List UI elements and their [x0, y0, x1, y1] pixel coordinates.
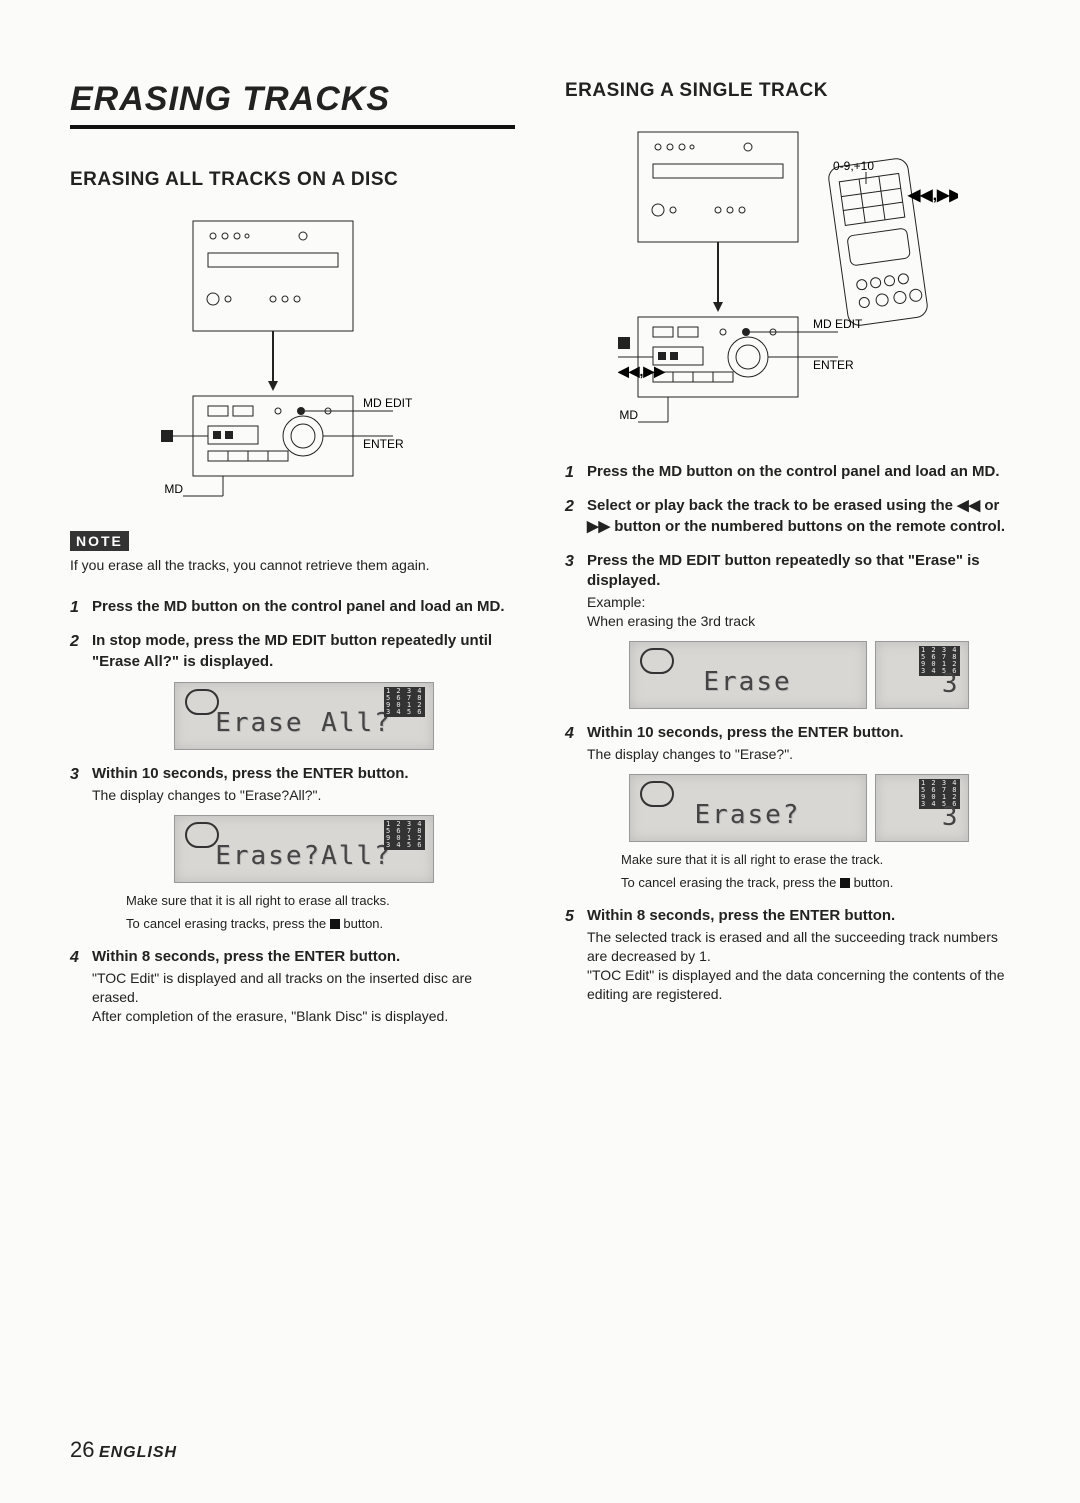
step-number: 2 [565, 496, 574, 518]
step-head: Press the MD EDIT button repeatedly so t… [587, 552, 980, 589]
step-head: Within 8 seconds, press the ENTER button… [587, 907, 895, 924]
title-underline [70, 125, 515, 129]
page-footer: 26 ENGLISH [70, 1437, 177, 1463]
step-head: Within 10 seconds, press the ENTER butto… [587, 724, 904, 741]
step-head: In stop mode, press the MD EDIT button r… [92, 632, 492, 669]
lcd-display-icon: Erase? [629, 774, 867, 842]
lcd-grid: 1 2 3 4 5 6 7 8 9 0 1 2 3 4 5 6 [384, 820, 425, 850]
step-number: 3 [70, 764, 79, 786]
note-text: If you erase all the tracks, you cannot … [70, 557, 515, 573]
disc-icon [185, 689, 219, 715]
left-step-4: 4 Within 8 seconds, press the ENTER butt… [70, 947, 515, 1026]
left-steps: 1 Press the MD button on the control pan… [70, 597, 515, 1026]
foot-text: button. [854, 875, 894, 890]
step-footnote: To cancel erasing tracks, press the butt… [126, 916, 515, 933]
rew-icon: ◀◀ [957, 497, 980, 514]
step-number: 5 [565, 906, 574, 928]
stop-icon [618, 337, 630, 349]
lcd-split: Erase? 1 2 3 4 5 6 7 8 9 0 1 2 3 4 5 6 3 [629, 774, 969, 842]
lcd-number: 3 [942, 667, 958, 702]
right-steps: 1 Press the MD button on the control pan… [565, 462, 1010, 1004]
step-body: The display changes to "Erase?". [587, 745, 1010, 764]
note-badge: NOTE [70, 531, 129, 551]
step-head-part: button or the numbered buttons on the re… [610, 518, 1005, 535]
disc-icon [640, 781, 674, 807]
foot-text: To cancel erasing tracks, press the [126, 916, 330, 931]
right-step-1: 1 Press the MD button on the control pan… [565, 462, 1010, 482]
label-numkeys: 0-9,+10 [833, 159, 874, 173]
label-enter: ENTER [363, 437, 404, 451]
left-step-2: 2 In stop mode, press the MD EDIT button… [70, 631, 515, 750]
left-diagram: MD EDIT ENTER MD [153, 211, 433, 511]
left-subtitle: ERASING ALL TRACKS ON A DISC [70, 169, 515, 191]
step-head: Press the MD button on the control panel… [92, 598, 505, 615]
lcd-display-icon: 1 2 3 4 5 6 7 8 9 0 1 2 3 4 5 6 Erase Al… [174, 682, 434, 750]
step-number: 2 [70, 631, 79, 653]
right-step-5: 5 Within 8 seconds, press the ENTER butt… [565, 906, 1010, 1004]
right-step-2: 2 Select or play back the track to be er… [565, 496, 1010, 537]
step-body: The display changes to "Erase?All?". [92, 786, 515, 805]
page-language: ENGLISH [99, 1444, 177, 1461]
step-footnote: To cancel erasing the track, press the b… [621, 875, 1010, 892]
lcd-number: 3 [942, 800, 958, 835]
right-column: ERASING A SINGLE TRACK [565, 80, 1010, 1040]
label-md: MD [164, 482, 183, 496]
right-diagram: 0-9,+10 ◀◀,▶▶ [618, 122, 958, 442]
ff-icon: ▶▶ [587, 518, 610, 535]
label-enter: ENTER [813, 358, 854, 372]
left-column: ERASING TRACKS ERASING ALL TRACKS ON A D… [70, 80, 515, 1040]
lcd-display-icon: 1 2 3 4 5 6 7 8 9 0 1 2 3 4 5 6 3 [875, 641, 969, 709]
stop-icon [840, 878, 850, 888]
foot-text: To cancel erasing the track, press the [621, 875, 840, 890]
lcd-text: Erase? [640, 798, 856, 835]
manual-page: ERASING TRACKS ERASING ALL TRACKS ON A D… [0, 0, 1080, 1503]
foot-text: button. [343, 916, 383, 931]
left-step-3: 3 Within 10 seconds, press the ENTER but… [70, 764, 515, 933]
step-head: Press the MD button on the control panel… [587, 463, 1000, 480]
step-number: 4 [565, 723, 574, 745]
right-subtitle: ERASING A SINGLE TRACK [565, 80, 1010, 102]
right-step-3: 3 Press the MD EDIT button repeatedly so… [565, 551, 1010, 709]
step-number: 4 [70, 947, 79, 969]
lcd-display-icon: 1 2 3 4 5 6 7 8 9 0 1 2 3 4 5 6 3 [875, 774, 969, 842]
lcd-text: Erase [640, 665, 856, 702]
step-head: Within 8 seconds, press the ENTER button… [92, 948, 400, 965]
step-number: 1 [70, 597, 79, 619]
right-step-4: 4 Within 10 seconds, press the ENTER but… [565, 723, 1010, 892]
step-number: 1 [565, 462, 574, 484]
label-md-edit: MD EDIT [813, 317, 863, 331]
label-md: MD [619, 408, 638, 422]
step-body: The selected track is erased and all the… [587, 928, 1010, 1004]
lcd-grid: 1 2 3 4 5 6 7 8 9 0 1 2 3 4 5 6 [384, 687, 425, 717]
step-head-part: Select or play back the track to be eras… [587, 497, 957, 514]
page-title: ERASING TRACKS [70, 80, 515, 119]
label-md-edit: MD EDIT [363, 396, 413, 410]
step-body: "TOC Edit" is displayed and all tracks o… [92, 969, 515, 1026]
disc-icon [640, 648, 674, 674]
step-footnote: Make sure that it is all right to erase … [126, 893, 515, 910]
left-step-1: 1 Press the MD button on the control pan… [70, 597, 515, 617]
page-number: 26 [70, 1437, 94, 1462]
step-number: 3 [565, 551, 574, 573]
rewff-icon: ◀◀,▶▶ [907, 187, 958, 204]
stereo-remote-diagram-icon: 0-9,+10 ◀◀,▶▶ [618, 122, 958, 442]
step-footnote: Make sure that it is all right to erase … [621, 852, 1010, 869]
step-body: Example: When erasing the 3rd track [587, 593, 1010, 631]
step-head: Select or play back the track to be eras… [587, 497, 1005, 534]
disc-icon [185, 822, 219, 848]
stereo-diagram-icon: MD EDIT ENTER MD [153, 211, 433, 511]
rewff-icon: ◀◀,▶▶ [618, 363, 666, 379]
stop-icon [161, 430, 173, 442]
stop-icon [330, 919, 340, 929]
step-head: Within 10 seconds, press the ENTER butto… [92, 765, 409, 782]
lcd-display-icon: Erase [629, 641, 867, 709]
lcd-split: Erase 1 2 3 4 5 6 7 8 9 0 1 2 3 4 5 6 3 [629, 641, 969, 709]
lcd-display-icon: 1 2 3 4 5 6 7 8 9 0 1 2 3 4 5 6 Erase?Al… [174, 815, 434, 883]
step-head-part: or [980, 497, 999, 514]
